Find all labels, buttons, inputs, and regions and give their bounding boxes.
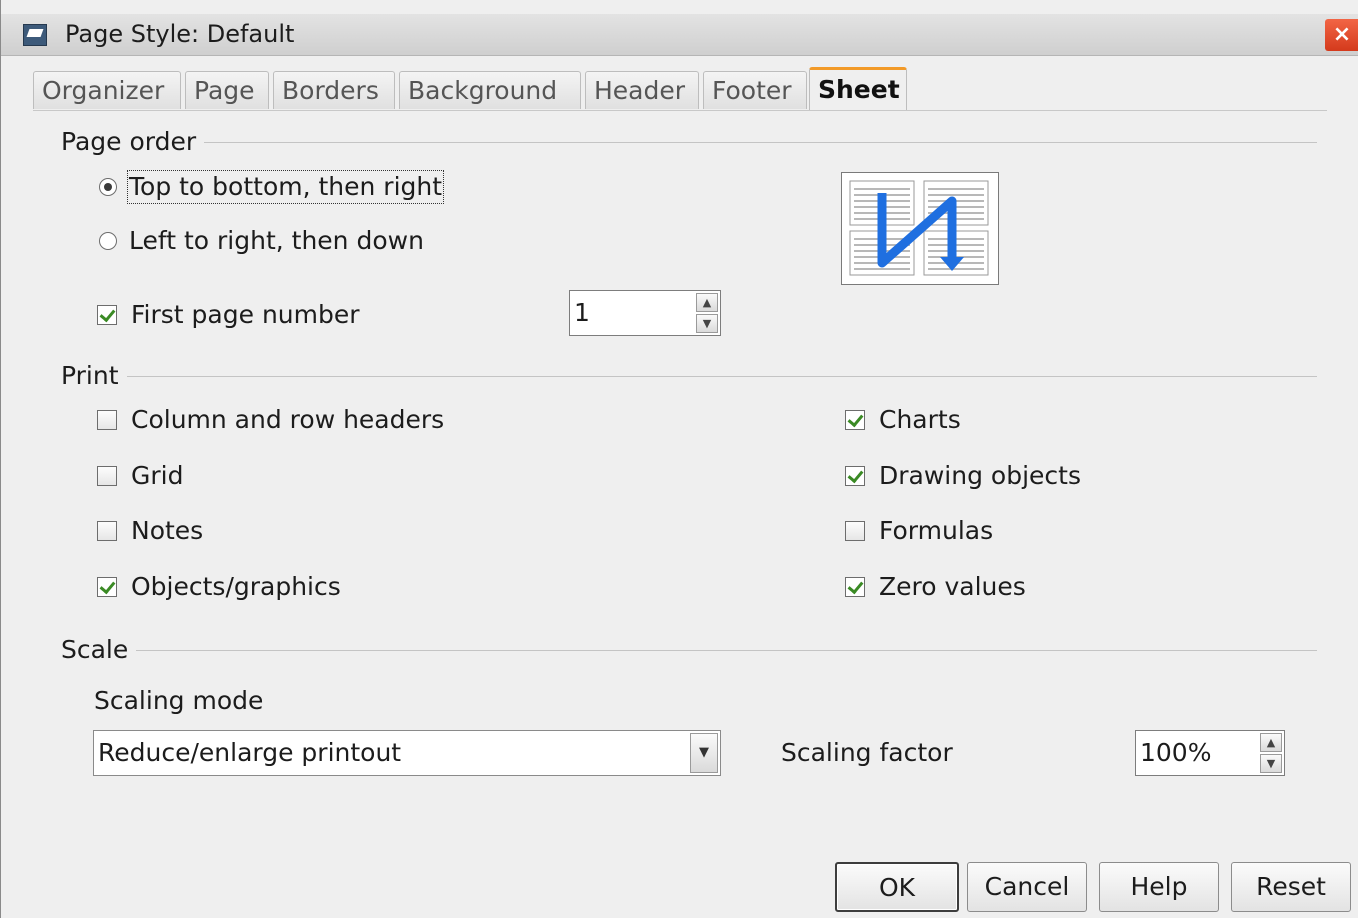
spinner-value: 1 — [574, 298, 590, 327]
spin-down-icon[interactable]: ▼ — [696, 314, 718, 333]
radio-label: Top to bottom, then right — [126, 170, 445, 204]
scaling-mode-value: Reduce/enlarge printout — [98, 738, 402, 767]
tab-header[interactable]: Header — [585, 71, 699, 109]
objects-graphics-checkbox[interactable]: Objects/graphics — [97, 572, 397, 602]
page-order-separator — [61, 142, 1317, 143]
checkbox[interactable] — [845, 577, 865, 597]
radio-label: Left to right, then down — [129, 226, 424, 255]
cancel-button[interactable]: Cancel — [967, 862, 1087, 912]
help-button[interactable]: Help — [1099, 862, 1219, 912]
tab-borders[interactable]: Borders — [273, 71, 395, 109]
notes-checkbox[interactable]: Notes — [97, 516, 297, 546]
checkbox[interactable] — [97, 577, 117, 597]
first-page-number-spinner[interactable]: 1 ▲ ▼ — [569, 290, 721, 336]
close-button[interactable]: × — [1325, 19, 1358, 51]
scale-title: Scale — [61, 635, 137, 664]
column-row-headers-checkbox[interactable]: Column and row headers — [97, 405, 517, 435]
chevron-down-icon[interactable]: ▼ — [690, 733, 718, 773]
tab-page[interactable]: Page — [185, 71, 269, 109]
checkbox[interactable] — [845, 521, 865, 541]
checkbox-label: Objects/graphics — [131, 572, 341, 601]
ok-button[interactable]: OK — [835, 862, 959, 912]
page-style-dialog: Page Style: Default × Organizer Page Bor… — [0, 0, 1358, 918]
page-order-preview — [841, 172, 999, 285]
scaling-mode-select[interactable]: Reduce/enlarge printout ▼ — [93, 730, 721, 776]
checkbox-label: Grid — [131, 461, 184, 490]
formulas-checkbox[interactable]: Formulas — [845, 516, 1045, 546]
tab-organizer[interactable]: Organizer — [33, 71, 181, 109]
checkbox-label: First page number — [131, 300, 360, 329]
tab-background[interactable]: Background — [399, 71, 581, 109]
reset-button[interactable]: Reset — [1231, 862, 1351, 912]
spin-up-icon[interactable]: ▲ — [696, 293, 718, 312]
checkbox[interactable] — [845, 466, 865, 486]
scaling-mode-label: Scaling mode — [94, 686, 264, 715]
tab-sheet[interactable]: Sheet — [809, 67, 907, 111]
title-bar: Page Style: Default × — [1, 14, 1358, 56]
tab-footer[interactable]: Footer — [703, 71, 807, 109]
print-separator — [61, 376, 1317, 377]
radio-button[interactable] — [99, 178, 117, 196]
first-page-number-checkbox[interactable]: First page number — [97, 300, 417, 330]
grid-checkbox[interactable]: Grid — [97, 461, 297, 491]
spin-up-icon[interactable]: ▲ — [1260, 733, 1282, 752]
checkbox-label: Zero values — [879, 572, 1026, 601]
checkbox-label: Charts — [879, 405, 961, 434]
scaling-factor-label: Scaling factor — [781, 738, 953, 767]
checkbox-label: Drawing objects — [879, 461, 1081, 490]
checkbox-label: Formulas — [879, 516, 994, 545]
radio-left-to-right[interactable]: Left to right, then down — [99, 226, 479, 256]
checkbox[interactable] — [97, 466, 117, 486]
checkbox-label: Column and row headers — [131, 405, 445, 434]
page-order-preview-icon — [849, 180, 989, 276]
scale-separator — [61, 650, 1317, 651]
checkbox-label: Notes — [131, 516, 204, 545]
spin-down-icon[interactable]: ▼ — [1260, 754, 1282, 773]
page-order-title: Page order — [61, 127, 205, 156]
checkbox[interactable] — [97, 305, 117, 325]
tab-underline — [33, 110, 1327, 111]
app-icon — [23, 24, 47, 46]
checkbox[interactable] — [845, 410, 865, 430]
checkbox[interactable] — [97, 521, 117, 541]
window-title: Page Style: Default — [65, 20, 295, 48]
radio-top-to-bottom[interactable]: Top to bottom, then right — [99, 170, 479, 204]
checkbox[interactable] — [97, 410, 117, 430]
charts-checkbox[interactable]: Charts — [845, 405, 1045, 435]
spinner-value: 100% — [1140, 738, 1212, 767]
scaling-factor-spinner[interactable]: 100% ▲ ▼ — [1135, 730, 1285, 776]
zero-values-checkbox[interactable]: Zero values — [845, 572, 1065, 602]
drawing-objects-checkbox[interactable]: Drawing objects — [845, 461, 1125, 491]
print-title: Print — [61, 361, 127, 390]
radio-button[interactable] — [99, 232, 117, 250]
